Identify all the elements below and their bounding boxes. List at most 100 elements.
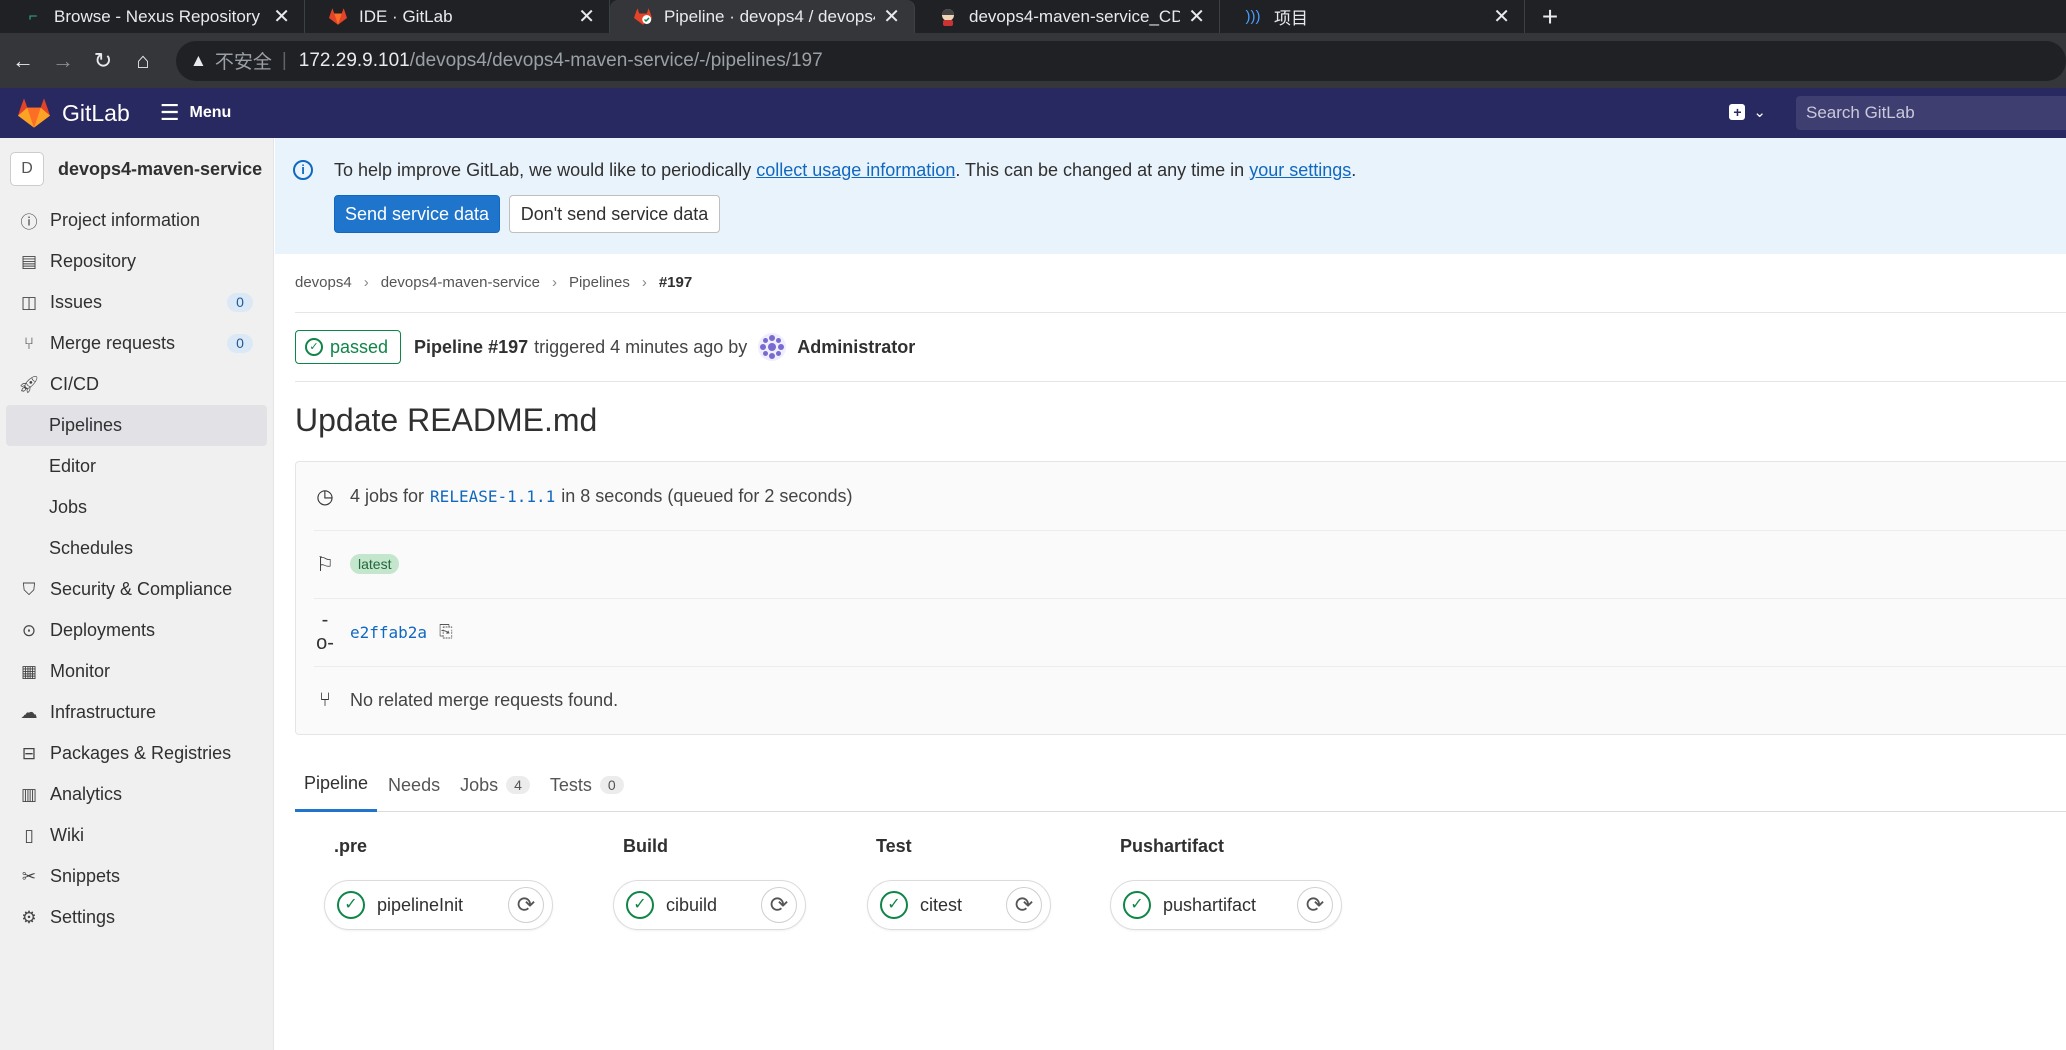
tab-jobs[interactable]: Jobs 4 bbox=[451, 758, 539, 812]
job-pill[interactable]: ✓ cibuild ⟳ bbox=[613, 880, 806, 930]
tab-label: Pipeline bbox=[304, 773, 369, 793]
jobs-summary-row: ◷ 4 jobs for RELEASE-1.1.1 in 8 seconds … bbox=[296, 462, 2066, 530]
tab-label: Needs bbox=[388, 774, 441, 795]
sidebar-item-cicd[interactable]: 🚀︎ CI/CD bbox=[0, 364, 273, 405]
banner-text: . This can be changed at any time in bbox=[955, 160, 1250, 180]
retry-icon[interactable]: ⟳ bbox=[1297, 887, 1333, 923]
commit-sha-link[interactable]: e2ffab2a bbox=[350, 623, 427, 642]
sidebar-item-issues[interactable]: ◫ Issues 0 bbox=[0, 282, 273, 323]
deployments-icon: ⊙ bbox=[21, 620, 37, 640]
merge-request-text: No related merge requests found. bbox=[350, 689, 619, 710]
pipeline-info-box: ◷ 4 jobs for RELEASE-1.1.1 in 8 seconds … bbox=[295, 461, 2066, 735]
sidebar-item-label: Infrastructure bbox=[50, 702, 157, 722]
tab-pipeline[interactable]: Pipeline bbox=[295, 758, 378, 812]
warning-icon[interactable]: ▲ bbox=[190, 51, 207, 71]
sidebar-item-settings[interactable]: ⚙ Settings bbox=[0, 897, 273, 938]
user-name[interactable]: Administrator bbox=[797, 337, 915, 358]
sidebar-item-infrastructure[interactable]: ☁ Infrastructure bbox=[0, 692, 273, 733]
project-avatar: D bbox=[10, 152, 44, 186]
retry-icon[interactable]: ⟳ bbox=[761, 887, 797, 923]
forward-icon[interactable]: → bbox=[46, 44, 80, 78]
sidebar-item-label: Security & Compliance bbox=[50, 579, 233, 599]
sidebar-subitem-pipelines[interactable]: Pipelines bbox=[6, 405, 267, 446]
sidebar-item-label: CI/CD bbox=[50, 374, 99, 394]
retry-icon[interactable]: ⟳ bbox=[1006, 887, 1042, 923]
job-pill[interactable]: ✓ pipelineInit ⟳ bbox=[324, 880, 553, 930]
gitlab-home-link[interactable]: GitLab bbox=[18, 98, 130, 128]
job-pill[interactable]: ✓ pushartifact ⟳ bbox=[1110, 880, 1342, 930]
job-name: pushartifact bbox=[1163, 894, 1257, 915]
back-icon[interactable]: ← bbox=[6, 44, 40, 78]
check-circle-icon: ✓ bbox=[880, 891, 908, 919]
url-input[interactable]: ▲ 不安全 | 172.29.9.101 /devops4/devops4-ma… bbox=[176, 40, 2066, 81]
status-badge[interactable]: ✓ passed bbox=[295, 330, 402, 364]
tab-label: Tests bbox=[549, 774, 592, 795]
close-icon[interactable]: ✕ bbox=[1188, 4, 1205, 29]
close-icon[interactable]: ✕ bbox=[273, 4, 290, 29]
sidebar-item-analytics[interactable]: ▥ Analytics bbox=[0, 774, 273, 815]
check-circle-icon: ✓ bbox=[305, 338, 323, 356]
sidebar-item-monitor[interactable]: ▦ Monitor bbox=[0, 651, 273, 692]
sidebar-item-security[interactable]: ⛉ Security & Compliance bbox=[0, 569, 273, 610]
check-circle-icon: ✓ bbox=[1123, 891, 1151, 919]
jenkins-icon bbox=[939, 8, 957, 26]
search-input[interactable]: Search GitLab bbox=[1796, 96, 2066, 130]
tab-needs[interactable]: Needs bbox=[379, 758, 449, 812]
sidebar-project-header[interactable]: D devops4-maven-service bbox=[0, 138, 273, 200]
tab-tests[interactable]: Tests 0 bbox=[541, 758, 633, 812]
sidebar-subitem-editor[interactable]: Editor bbox=[0, 446, 273, 487]
monitor-icon: ▦ bbox=[20, 661, 38, 681]
avatar[interactable] bbox=[757, 332, 787, 362]
sidebar-subitem-jobs[interactable]: Jobs bbox=[0, 487, 273, 528]
breadcrumb-item[interactable]: Pipelines bbox=[569, 274, 630, 291]
reload-icon[interactable]: ↻ bbox=[86, 44, 120, 78]
tab-title: Pipeline · devops4 / devops4-maven-servi… bbox=[664, 6, 875, 26]
sidebar-item-snippets[interactable]: ✂ Snippets bbox=[0, 856, 273, 897]
close-icon[interactable]: ✕ bbox=[883, 4, 900, 29]
brand-name: GitLab bbox=[62, 99, 130, 126]
url-host: 172.29.9.101 bbox=[298, 49, 410, 71]
browser-tab-ide[interactable]: IDE · GitLab ✕ bbox=[305, 0, 610, 33]
collect-usage-link[interactable]: collect usage information bbox=[756, 160, 955, 180]
browser-tab-project[interactable]: ))) 项目 ✕ bbox=[1220, 0, 1525, 33]
browser-tab-jenkins[interactable]: devops4-maven-service_CD #4 [Jenkins] ✕ bbox=[915, 0, 1220, 33]
package-icon: ⊟ bbox=[21, 743, 37, 763]
menu-button[interactable]: ☰ Menu bbox=[160, 100, 232, 126]
breadcrumb-current[interactable]: #197 bbox=[659, 274, 692, 291]
gitlab-header: GitLab ☰ Menu + ⌄ Search GitLab bbox=[0, 88, 2066, 138]
clipboard-icon[interactable]: ⎘ bbox=[439, 622, 453, 642]
breadcrumb-item[interactable]: devops4-maven-service bbox=[381, 274, 540, 291]
job-pill[interactable]: ✓ citest ⟳ bbox=[867, 880, 1051, 930]
merge-request-row: ⑂ No related merge requests found. bbox=[296, 666, 2066, 734]
chevron-right-icon: › bbox=[641, 274, 647, 291]
send-service-data-button[interactable]: Send service data bbox=[334, 195, 500, 233]
sidebar-item-wiki[interactable]: ▯ Wiki bbox=[0, 815, 273, 856]
stage-name: Build bbox=[623, 836, 668, 856]
browser-tab-pipeline[interactable]: Pipeline · devops4 / devops4-maven-servi… bbox=[610, 0, 915, 33]
merge-request-icon: ⑂ bbox=[319, 688, 331, 711]
snippets-icon: ✂ bbox=[21, 866, 37, 886]
sidebar: D devops4-maven-service ⓘ Project informa… bbox=[0, 138, 274, 1050]
tab-label: Jobs bbox=[460, 774, 499, 795]
close-icon[interactable]: ✕ bbox=[578, 4, 595, 29]
chevron-down-icon: ⌄ bbox=[1753, 104, 1766, 121]
dont-send-service-data-button[interactable]: Don't send service data bbox=[509, 195, 720, 233]
analytics-icon: ▥ bbox=[20, 784, 38, 804]
breadcrumb-item[interactable]: devops4 bbox=[295, 274, 352, 291]
info-icon: i bbox=[293, 160, 313, 180]
sidebar-item-deployments[interactable]: ⊙ Deployments bbox=[0, 610, 273, 651]
sidebar-item-project-information[interactable]: ⓘ Project information bbox=[0, 200, 273, 241]
close-icon[interactable]: ✕ bbox=[1493, 4, 1510, 29]
clock-icon: ◷ bbox=[316, 485, 334, 508]
browser-tab-nexus[interactable]: ⌐ Browse - Nexus Repository Manager ✕ bbox=[0, 0, 305, 33]
new-tab-button[interactable]: + bbox=[1525, 0, 1575, 33]
ref-link[interactable]: RELEASE-1.1.1 bbox=[430, 487, 555, 506]
create-new-button[interactable]: + ⌄ bbox=[1729, 103, 1766, 121]
sidebar-item-packages[interactable]: ⊟ Packages & Registries bbox=[0, 733, 273, 774]
sidebar-item-repository[interactable]: ▤ Repository bbox=[0, 241, 273, 282]
sidebar-item-merge-requests[interactable]: ⑂ Merge requests 0 bbox=[0, 323, 273, 364]
retry-icon[interactable]: ⟳ bbox=[508, 887, 544, 923]
home-icon[interactable]: ⌂ bbox=[126, 44, 160, 78]
your-settings-link[interactable]: your settings bbox=[1249, 160, 1351, 180]
sidebar-subitem-schedules[interactable]: Schedules bbox=[0, 528, 273, 569]
